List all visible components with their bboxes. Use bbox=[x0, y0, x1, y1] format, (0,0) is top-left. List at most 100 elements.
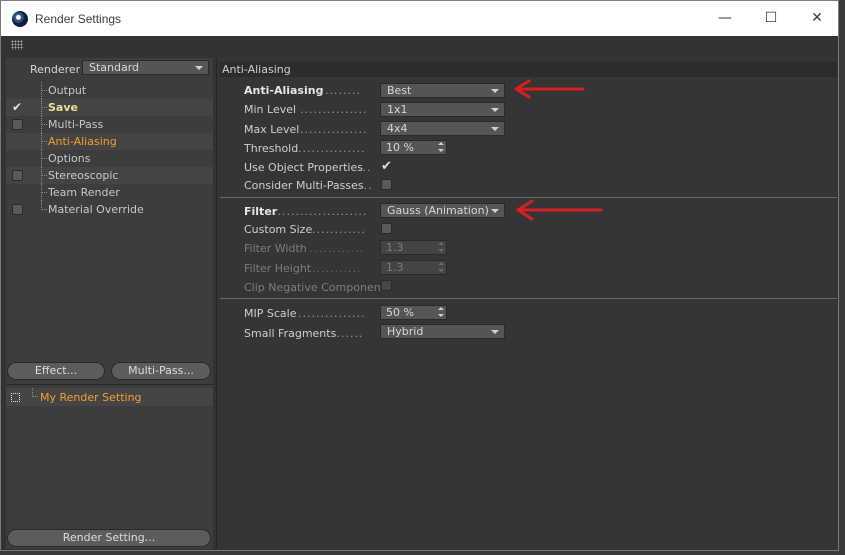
close-icon[interactable]: ✕ bbox=[805, 6, 829, 30]
label-leader: .......... bbox=[316, 84, 361, 97]
tree-item-output[interactable]: Output bbox=[6, 82, 213, 99]
threshold-input[interactable]: 10 % bbox=[380, 140, 447, 155]
filter-height-label: Filter Height bbox=[244, 262, 312, 275]
mip-scale-input[interactable]: 50 % bbox=[380, 305, 447, 320]
custom-size-checkbox[interactable] bbox=[381, 223, 392, 234]
tree-connector bbox=[32, 388, 38, 397]
chevron-down-icon bbox=[491, 127, 499, 131]
label-leader: ....... bbox=[332, 327, 364, 340]
anti-aliasing-panel: Anti-Aliasing Anti-Aliasing .......... B… bbox=[220, 58, 837, 549]
label-leader: ............... bbox=[300, 103, 368, 116]
tree-item-label: Stereoscopic bbox=[48, 169, 119, 182]
label-leader: ... bbox=[358, 161, 372, 174]
tree-item-label: Anti-Aliasing bbox=[48, 135, 117, 148]
render-setting-item[interactable]: My Render Setting bbox=[6, 388, 213, 406]
filter-height-input: 1.3 bbox=[380, 260, 447, 275]
label-leader: ... bbox=[359, 179, 373, 192]
group-separator bbox=[220, 197, 837, 198]
minimize-icon[interactable]: — bbox=[713, 6, 737, 30]
tree-item-label: Options bbox=[48, 152, 91, 165]
tree-item-save[interactable]: ✔ Save bbox=[6, 99, 213, 116]
section-title: Anti-Aliasing bbox=[220, 62, 837, 77]
tree-item-stereoscopic[interactable]: Stereoscopic bbox=[6, 167, 213, 184]
render-setting-button[interactable]: Render Setting... bbox=[7, 529, 211, 547]
tree-connector bbox=[41, 90, 47, 91]
anti-aliasing-label: Anti-Aliasing bbox=[244, 84, 324, 97]
label-leader: ............... bbox=[300, 123, 368, 136]
mip-scale-label: MIP Scale bbox=[244, 307, 297, 320]
small-fragments-value: Hybrid bbox=[387, 325, 424, 338]
enable-checkbox[interactable] bbox=[12, 204, 23, 215]
tree-item-anti-aliasing[interactable]: Anti-Aliasing bbox=[6, 133, 213, 150]
tree-item-multi-pass[interactable]: Multi-Pass bbox=[6, 116, 213, 133]
enable-checkbox[interactable] bbox=[12, 170, 23, 181]
clip-negative-component-label: Clip Negative Component bbox=[244, 281, 385, 294]
spinner-arrows-icon bbox=[438, 242, 444, 253]
anti-aliasing-value: Best bbox=[387, 84, 412, 97]
min-level-label: Min Level bbox=[244, 103, 297, 116]
enable-checkbox[interactable] bbox=[12, 119, 23, 130]
chevron-down-icon bbox=[195, 66, 203, 70]
spinner-arrows-icon bbox=[438, 262, 444, 273]
multi-pass-button[interactable]: Multi-Pass... bbox=[111, 362, 211, 380]
label-leader: ............ bbox=[310, 242, 364, 255]
chevron-down-icon bbox=[491, 89, 499, 93]
spinner-arrows-icon[interactable] bbox=[438, 307, 444, 318]
tree-connector bbox=[41, 192, 47, 193]
label-leader: ..................... bbox=[273, 205, 368, 218]
filter-height-value: 1.3 bbox=[386, 261, 404, 274]
renderer-dropdown[interactable]: Standard bbox=[82, 60, 209, 75]
render-setting-name: My Render Setting bbox=[40, 391, 142, 404]
label-leader: ............... bbox=[298, 307, 366, 320]
tree-item-team-render[interactable]: Team Render bbox=[6, 184, 213, 201]
clip-negative-component-checkbox bbox=[381, 280, 392, 291]
chevron-down-icon bbox=[491, 209, 499, 213]
checkmark-icon[interactable]: ✔ bbox=[12, 101, 23, 113]
filter-width-label: Filter Width bbox=[244, 242, 307, 255]
window-title: Render Settings bbox=[35, 12, 122, 26]
toolbar bbox=[1, 36, 838, 54]
small-fragments-dropdown[interactable]: Hybrid bbox=[380, 324, 505, 339]
max-level-dropdown[interactable]: 4x4 bbox=[380, 121, 505, 136]
mip-scale-value: 50 % bbox=[386, 306, 414, 319]
tree-item-label: Multi-Pass bbox=[48, 118, 104, 131]
filter-width-input: 1.3 bbox=[380, 240, 447, 255]
tree-item-material-override[interactable]: Material Override bbox=[6, 201, 213, 218]
panel-splitter[interactable] bbox=[216, 58, 217, 549]
use-object-properties-label: Use Object Properties bbox=[244, 161, 363, 174]
chevron-down-icon bbox=[491, 108, 499, 112]
title-bar: Render Settings — ☐ ✕ bbox=[1, 1, 838, 36]
tree-connector bbox=[41, 158, 47, 159]
filter-width-value: 1.3 bbox=[386, 241, 404, 254]
divider bbox=[6, 384, 213, 385]
tree-connector bbox=[41, 107, 47, 108]
maximize-icon[interactable]: ☐ bbox=[759, 6, 783, 30]
grip-icon[interactable] bbox=[11, 40, 23, 50]
effect-button[interactable]: Effect... bbox=[7, 362, 105, 380]
tree-item-options[interactable]: Options bbox=[6, 150, 213, 167]
min-level-dropdown[interactable]: 1x1 bbox=[380, 102, 505, 117]
chevron-down-icon bbox=[491, 330, 499, 334]
consider-multi-passes-label: Consider Multi-Passes bbox=[244, 179, 364, 192]
custom-size-label: Custom Size bbox=[244, 223, 313, 236]
settings-tree-panel: Renderer Standard Output ✔ Save Multi-Pa… bbox=[6, 58, 213, 549]
group-separator bbox=[220, 298, 837, 299]
threshold-label: Threshold bbox=[244, 142, 299, 155]
small-fragments-label: Small Fragments bbox=[244, 327, 337, 340]
consider-multi-passes-checkbox[interactable] bbox=[381, 179, 392, 190]
min-level-value: 1x1 bbox=[387, 103, 408, 116]
label-leader: ............ bbox=[312, 223, 366, 236]
tree-item-label: Material Override bbox=[48, 203, 144, 216]
max-level-value: 4x4 bbox=[387, 122, 408, 135]
renderer-label: Renderer bbox=[30, 63, 81, 76]
filter-dropdown[interactable]: Gauss (Animation) bbox=[380, 203, 505, 218]
spinner-arrows-icon[interactable] bbox=[438, 142, 444, 153]
tree-connector bbox=[41, 124, 47, 125]
use-object-properties-checkbox[interactable]: ✔ bbox=[381, 160, 392, 173]
label-leader: ............... bbox=[298, 142, 366, 155]
renderer-dropdown-value: Standard bbox=[89, 61, 140, 74]
tree-item-label: Output bbox=[48, 84, 87, 97]
anti-aliasing-dropdown[interactable]: Best bbox=[380, 83, 505, 98]
label-leader: ........... bbox=[312, 262, 362, 275]
threshold-value: 10 % bbox=[386, 141, 414, 154]
